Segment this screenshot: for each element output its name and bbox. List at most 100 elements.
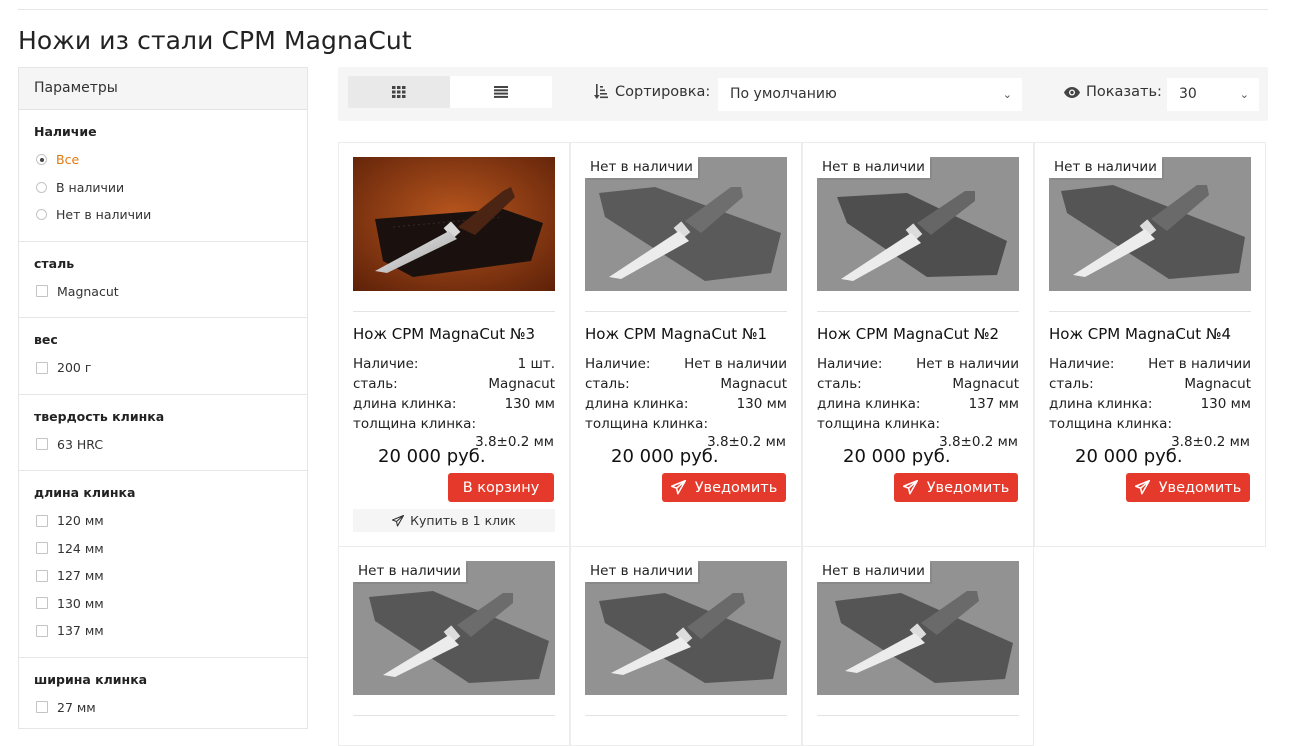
knife-photo: [353, 157, 555, 291]
sort-select-value: По умолчанию: [730, 86, 837, 102]
prop-label: толщина клинка:: [353, 416, 476, 432]
filter-group-weight: вес 200 г: [19, 318, 307, 395]
checkbox[interactable]: [36, 597, 48, 610]
list-view-button[interactable]: [450, 76, 552, 108]
filter-group-blade-length: длина клинка 120 мм 124 мм 127 мм 130 мм…: [19, 471, 307, 658]
paper-plane-icon: [902, 480, 918, 495]
filter-group-title: ширина клинка: [34, 671, 148, 687]
prop-value: 130 мм: [1200, 396, 1251, 412]
notify-button[interactable]: Уведомить: [662, 473, 786, 502]
filter-option-label: Нет в наличии: [56, 207, 152, 223]
prop-label: Наличие:: [585, 356, 651, 372]
notify-button[interactable]: Уведомить: [894, 473, 1018, 502]
filter-option-label: 130 мм: [57, 595, 104, 611]
prop-label: сталь:: [585, 376, 630, 392]
checkbox[interactable]: [36, 569, 48, 582]
checkbox[interactable]: [36, 361, 48, 374]
prop-label: Наличие:: [817, 356, 883, 372]
filter-group-title: длина клинка: [34, 485, 136, 500]
product-image[interactable]: Нет в наличии: [353, 561, 555, 695]
product-image[interactable]: [353, 157, 555, 291]
prop-value: 130 мм: [736, 396, 787, 412]
product-card: Нет в наличии: [338, 546, 570, 746]
sort-select[interactable]: По умолчанию ⌄: [718, 78, 1022, 111]
show-label-text: Показать:: [1086, 84, 1162, 100]
product-properties: Наличие: Нет в наличии сталь: Magnacut дли…: [585, 354, 787, 434]
filter-option-label: 200 г: [57, 360, 92, 376]
out-of-stock-badge: Нет в наличии: [817, 561, 930, 582]
product-card: Нож CPM MagnaCut №3 Наличие: 1 шт. сталь:…: [338, 142, 570, 547]
product-image[interactable]: Нет в наличии: [585, 157, 787, 291]
radio-button[interactable]: [36, 154, 47, 166]
filter-option-label: 137 мм: [57, 623, 104, 639]
card-divider: [585, 311, 787, 312]
product-name[interactable]: Нож CPM MagnaCut №1: [585, 325, 767, 343]
filter-option-127mm[interactable]: 127 мм: [34, 562, 292, 590]
product-name[interactable]: Нож CPM MagnaCut №2: [817, 325, 999, 343]
buy-one-click-button[interactable]: Купить в 1 клик: [353, 509, 555, 532]
prop-value: Magnacut: [952, 376, 1019, 392]
out-of-stock-badge: Нет в наличии: [585, 157, 698, 178]
filter-group-blade-width: ширина клинка 27 мм: [19, 658, 307, 734]
per-page-select[interactable]: 30 ⌄: [1167, 78, 1259, 111]
grid-view-button[interactable]: [348, 76, 450, 108]
prop-label: длина клинка:: [353, 396, 457, 412]
product-image[interactable]: Нет в наличии: [817, 157, 1019, 291]
add-to-cart-button[interactable]: В корзину: [448, 473, 554, 502]
card-divider: [353, 311, 555, 312]
filter-option-130mm[interactable]: 130 мм: [34, 590, 292, 618]
sort-icon: [594, 84, 608, 99]
filter-option-all[interactable]: Все: [34, 146, 292, 174]
filter-option-63hrc[interactable]: 63 HRC: [34, 431, 292, 459]
filter-group-title: вес: [34, 332, 58, 347]
filter-option-200g[interactable]: 200 г: [34, 354, 292, 382]
filter-option-label: В наличии: [56, 179, 125, 195]
filter-sidebar: Параметры Наличие Все В наличии Нет в на…: [18, 67, 308, 729]
product-image[interactable]: Нет в наличии: [817, 561, 1019, 695]
radio-button[interactable]: [36, 181, 47, 193]
prop-value-thickness: 3.8±0.2 мм: [475, 434, 554, 450]
filter-group-title: Наличие: [34, 124, 97, 139]
filter-option-124mm[interactable]: 124 мм: [34, 535, 292, 563]
card-divider: [353, 715, 555, 716]
checkbox[interactable]: [36, 285, 48, 298]
checkbox[interactable]: [36, 624, 48, 637]
prop-label: толщина клинка:: [817, 416, 940, 432]
filter-option-137mm[interactable]: 137 мм: [34, 617, 292, 645]
product-price: 20 000 руб.: [1075, 446, 1183, 467]
catalog-toolbar: Сортировка: По умолчанию ⌄ Показать: 30 …: [338, 67, 1268, 121]
card-divider: [585, 715, 787, 716]
prop-value: Нет в наличии: [916, 356, 1019, 372]
filter-group-hardness: твердость клинка 63 HRC: [19, 395, 307, 471]
product-image[interactable]: Нет в наличии: [1049, 157, 1251, 291]
filter-option-magnacut[interactable]: Magnacut: [34, 278, 292, 306]
filter-header: Параметры: [19, 68, 307, 110]
show-label: Показать:: [1064, 84, 1162, 100]
per-page-value: 30: [1179, 86, 1197, 102]
filter-option-out-of-stock[interactable]: Нет в наличии: [34, 201, 292, 229]
product-card: Нет в наличии Нож CPM MagnaCut №4 Наличи…: [1034, 142, 1266, 547]
filter-group-availability: Наличие Все В наличии Нет в наличии: [19, 110, 307, 242]
out-of-stock-badge: Нет в наличии: [1049, 157, 1162, 178]
product-name[interactable]: Нож CPM MagnaCut №4: [1049, 325, 1231, 343]
checkbox[interactable]: [36, 514, 48, 527]
prop-label: сталь:: [817, 376, 862, 392]
product-name[interactable]: Нож CPM MagnaCut №3: [353, 325, 535, 343]
filter-option-label: Все: [56, 152, 80, 168]
notify-label: Уведомить: [694, 479, 778, 496]
filter-option-120mm[interactable]: 120 мм: [34, 507, 292, 535]
product-image[interactable]: Нет в наличии: [585, 561, 787, 695]
sort-label: Сортировка:: [594, 84, 710, 100]
out-of-stock-badge: Нет в наличии: [353, 561, 466, 582]
checkbox[interactable]: [36, 542, 48, 555]
checkbox[interactable]: [36, 438, 48, 451]
radio-button[interactable]: [36, 209, 47, 221]
card-divider: [1049, 311, 1251, 312]
filter-option-27mm[interactable]: 27 мм: [34, 694, 292, 722]
prop-label: сталь:: [1049, 376, 1094, 392]
checkbox[interactable]: [36, 701, 48, 714]
filter-option-in-stock[interactable]: В наличии: [34, 174, 292, 202]
list-icon: [494, 86, 508, 98]
notify-button[interactable]: Уведомить: [1126, 473, 1250, 502]
filter-group-steel: сталь Magnacut: [19, 242, 307, 318]
